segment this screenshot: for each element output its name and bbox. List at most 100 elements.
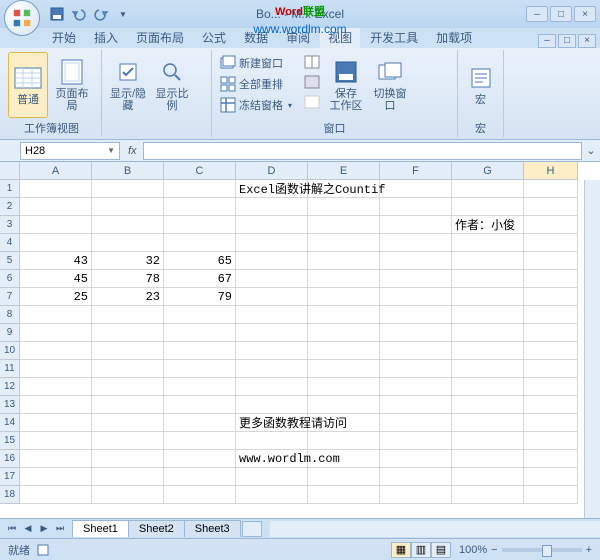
cell-A5[interactable]: 43 <box>20 252 92 270</box>
cell-C10[interactable] <box>164 342 236 360</box>
close-button[interactable]: × <box>574 6 596 22</box>
cell-D4[interactable] <box>236 234 308 252</box>
cell-H7[interactable] <box>524 288 578 306</box>
cell-F10[interactable] <box>380 342 452 360</box>
cell-G4[interactable] <box>452 234 524 252</box>
cell-H5[interactable] <box>524 252 578 270</box>
cell-B1[interactable] <box>92 180 164 198</box>
new-sheet-button[interactable] <box>242 521 262 537</box>
cell-B6[interactable]: 78 <box>92 270 164 288</box>
freeze-panes-button[interactable]: 冻结窗格▾ <box>218 96 294 114</box>
cell-H9[interactable] <box>524 324 578 342</box>
cell-F14[interactable] <box>380 414 452 432</box>
cell-C12[interactable] <box>164 378 236 396</box>
cell-D2[interactable] <box>236 198 308 216</box>
zoom-in-button[interactable]: + <box>586 544 592 556</box>
cell-G3[interactable]: 作者：小俊 <box>452 216 524 234</box>
cell-F16[interactable] <box>380 450 452 468</box>
cell-C1[interactable] <box>164 180 236 198</box>
col-header-C[interactable]: C <box>164 162 236 180</box>
zoom-out-button[interactable]: − <box>491 544 497 556</box>
cell-C14[interactable] <box>164 414 236 432</box>
cell-H17[interactable] <box>524 468 578 486</box>
row-header-17[interactable]: 17 <box>0 468 20 486</box>
zoom-level[interactable]: 100% <box>459 544 487 556</box>
cell-E12[interactable] <box>308 378 380 396</box>
cell-G11[interactable] <box>452 360 524 378</box>
cell-F15[interactable] <box>380 432 452 450</box>
fx-icon[interactable]: fx <box>128 145 137 157</box>
row-header-11[interactable]: 11 <box>0 360 20 378</box>
ribbon-tab-2[interactable]: 页面布局 <box>128 27 192 48</box>
cell-B2[interactable] <box>92 198 164 216</box>
cell-E8[interactable] <box>308 306 380 324</box>
zoom-button[interactable]: 显示比例 <box>152 52 192 118</box>
cell-E3[interactable] <box>308 216 380 234</box>
cell-E4[interactable] <box>308 234 380 252</box>
cell-D13[interactable] <box>236 396 308 414</box>
row-header-18[interactable]: 18 <box>0 486 20 504</box>
cell-G8[interactable] <box>452 306 524 324</box>
cell-F7[interactable] <box>380 288 452 306</box>
cell-A13[interactable] <box>20 396 92 414</box>
cell-A10[interactable] <box>20 342 92 360</box>
sheet-nav-next-icon[interactable]: ▶ <box>36 521 52 537</box>
cell-D16[interactable]: www.wordlm.com <box>236 450 308 468</box>
cell-G7[interactable] <box>452 288 524 306</box>
cell-F13[interactable] <box>380 396 452 414</box>
hide-button[interactable] <box>302 74 322 90</box>
cell-B16[interactable] <box>92 450 164 468</box>
row-header-15[interactable]: 15 <box>0 432 20 450</box>
cell-A4[interactable] <box>20 234 92 252</box>
cell-F5[interactable] <box>380 252 452 270</box>
col-header-E[interactable]: E <box>308 162 380 180</box>
row-header-13[interactable]: 13 <box>0 396 20 414</box>
row-header-12[interactable]: 12 <box>0 378 20 396</box>
formula-bar[interactable] <box>143 142 582 160</box>
cell-B4[interactable] <box>92 234 164 252</box>
row-header-8[interactable]: 8 <box>0 306 20 324</box>
cell-E7[interactable] <box>308 288 380 306</box>
qat-dropdown-icon[interactable]: ▼ <box>114 5 132 23</box>
cell-F12[interactable] <box>380 378 452 396</box>
cell-D8[interactable] <box>236 306 308 324</box>
cell-F11[interactable] <box>380 360 452 378</box>
cell-C3[interactable] <box>164 216 236 234</box>
cell-F17[interactable] <box>380 468 452 486</box>
cell-A9[interactable] <box>20 324 92 342</box>
row-header-5[interactable]: 5 <box>0 252 20 270</box>
cell-F8[interactable] <box>380 306 452 324</box>
col-header-G[interactable]: G <box>452 162 524 180</box>
row-header-9[interactable]: 9 <box>0 324 20 342</box>
cell-E18[interactable] <box>308 486 380 504</box>
cell-D12[interactable] <box>236 378 308 396</box>
cell-F3[interactable] <box>380 216 452 234</box>
sheet-nav-prev-icon[interactable]: ◀ <box>20 521 36 537</box>
cell-A16[interactable] <box>20 450 92 468</box>
cell-G18[interactable] <box>452 486 524 504</box>
cell-B7[interactable]: 23 <box>92 288 164 306</box>
col-header-D[interactable]: D <box>236 162 308 180</box>
cell-F9[interactable] <box>380 324 452 342</box>
cell-E9[interactable] <box>308 324 380 342</box>
vertical-scrollbar[interactable] <box>584 180 600 518</box>
doc-close[interactable]: × <box>578 34 596 48</box>
cell-G2[interactable] <box>452 198 524 216</box>
sheet-tab-Sheet3[interactable]: Sheet3 <box>184 520 241 537</box>
col-header-A[interactable]: A <box>20 162 92 180</box>
new-window-button[interactable]: 新建窗口 <box>218 54 294 72</box>
cell-F1[interactable] <box>380 180 452 198</box>
col-header-H[interactable]: H <box>524 162 578 180</box>
cell-B11[interactable] <box>92 360 164 378</box>
cell-A1[interactable] <box>20 180 92 198</box>
cell-H10[interactable] <box>524 342 578 360</box>
cell-E6[interactable] <box>308 270 380 288</box>
doc-restore[interactable]: □ <box>558 34 576 48</box>
cell-D14[interactable]: 更多函数教程请访问 <box>236 414 308 432</box>
cell-H3[interactable] <box>524 216 578 234</box>
cell-D3[interactable] <box>236 216 308 234</box>
ribbon-tab-8[interactable]: 加载项 <box>428 27 480 48</box>
macros-button[interactable]: 宏 <box>464 52 497 118</box>
cell-H11[interactable] <box>524 360 578 378</box>
row-header-1[interactable]: 1 <box>0 180 20 198</box>
